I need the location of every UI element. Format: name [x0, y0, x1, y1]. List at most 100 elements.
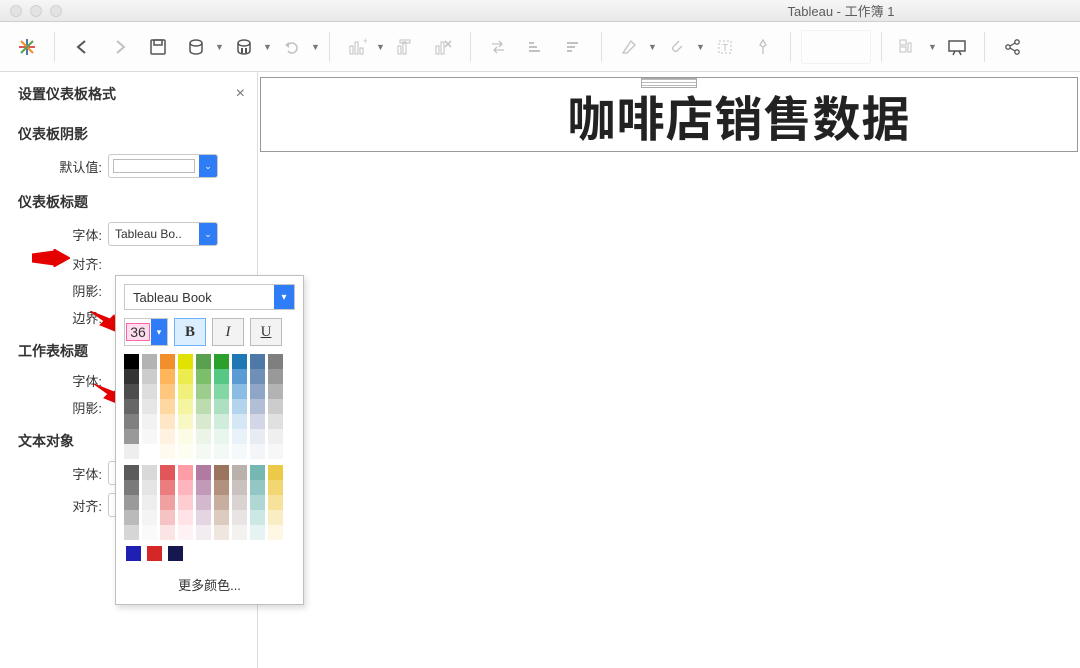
color-swatch[interactable]: [178, 510, 193, 525]
color-swatch[interactable]: [268, 414, 283, 429]
presentation-button[interactable]: [940, 30, 974, 64]
color-swatch[interactable]: [160, 465, 175, 480]
undo-dropdown-icon[interactable]: ▼: [311, 42, 319, 52]
color-swatch[interactable]: [196, 429, 211, 444]
pin-button[interactable]: [746, 30, 780, 64]
color-swatch[interactable]: [268, 429, 283, 444]
save-button[interactable]: [141, 30, 175, 64]
color-swatch[interactable]: [178, 414, 193, 429]
color-swatch[interactable]: [214, 444, 229, 459]
color-swatch[interactable]: [232, 384, 247, 399]
worksheet-dropdown-icon[interactable]: ▼: [376, 42, 384, 52]
color-swatch[interactable]: [250, 444, 265, 459]
color-swatch[interactable]: [142, 354, 157, 369]
color-swatch[interactable]: [214, 354, 229, 369]
color-swatch[interactable]: [250, 429, 265, 444]
color-swatch[interactable]: [214, 495, 229, 510]
color-swatch[interactable]: [214, 510, 229, 525]
color-swatch[interactable]: [214, 369, 229, 384]
color-swatch[interactable]: [196, 525, 211, 540]
color-swatch[interactable]: [232, 525, 247, 540]
color-swatch[interactable]: [250, 414, 265, 429]
popup-size-select[interactable]: 36 ▾: [124, 318, 168, 346]
color-swatch[interactable]: [178, 369, 193, 384]
color-swatch[interactable]: [142, 429, 157, 444]
showme-dropdown-icon[interactable]: ▼: [928, 42, 936, 52]
color-swatch[interactable]: [178, 354, 193, 369]
color-swatch[interactable]: [232, 444, 247, 459]
sort-asc-button[interactable]: [519, 30, 553, 64]
color-swatch[interactable]: [214, 399, 229, 414]
color-swatch[interactable]: [250, 354, 265, 369]
color-swatch[interactable]: [268, 495, 283, 510]
duplicate-sheet-button[interactable]: [388, 30, 422, 64]
color-swatch[interactable]: [232, 465, 247, 480]
more-colors-button[interactable]: 更多颜色...: [124, 569, 295, 596]
forward-button[interactable]: [103, 30, 137, 64]
color-swatch[interactable]: [178, 495, 193, 510]
color-swatch[interactable]: [268, 354, 283, 369]
close-panel-button[interactable]: ×: [236, 85, 245, 103]
color-swatch[interactable]: [124, 399, 139, 414]
color-swatch[interactable]: [214, 480, 229, 495]
color-swatch[interactable]: [160, 525, 175, 540]
zoom-window-icon[interactable]: [50, 5, 62, 17]
color-swatch[interactable]: [142, 465, 157, 480]
color-swatch[interactable]: [196, 354, 211, 369]
color-swatch[interactable]: [142, 480, 157, 495]
undo-button[interactable]: [275, 30, 309, 64]
color-swatch[interactable]: [178, 525, 193, 540]
color-swatch[interactable]: [250, 480, 265, 495]
color-swatch[interactable]: [142, 414, 157, 429]
color-swatch[interactable]: [268, 510, 283, 525]
color-swatch[interactable]: [232, 414, 247, 429]
default-shading-select[interactable]: ⌄: [108, 154, 218, 178]
color-swatch[interactable]: [147, 546, 162, 561]
color-swatch[interactable]: [196, 369, 211, 384]
new-worksheet-button[interactable]: +: [340, 30, 374, 64]
show-me-button[interactable]: [892, 30, 926, 64]
color-swatch[interactable]: [178, 429, 193, 444]
color-swatch[interactable]: [268, 384, 283, 399]
color-swatch[interactable]: [196, 510, 211, 525]
color-swatch[interactable]: [124, 465, 139, 480]
tableau-logo-icon[interactable]: [10, 30, 44, 64]
color-swatch[interactable]: [268, 465, 283, 480]
color-swatch[interactable]: [196, 384, 211, 399]
color-swatch[interactable]: [160, 384, 175, 399]
italic-button[interactable]: I: [212, 318, 244, 346]
color-swatch[interactable]: [250, 384, 265, 399]
color-swatch[interactable]: [250, 465, 265, 480]
color-swatch[interactable]: [160, 429, 175, 444]
color-swatch[interactable]: [160, 480, 175, 495]
color-swatch[interactable]: [142, 399, 157, 414]
color-swatch[interactable]: [142, 525, 157, 540]
color-swatch[interactable]: [124, 369, 139, 384]
color-swatch[interactable]: [232, 399, 247, 414]
color-swatch[interactable]: [178, 465, 193, 480]
clear-sheet-button[interactable]: [426, 30, 460, 64]
color-swatch[interactable]: [178, 480, 193, 495]
popup-font-select[interactable]: Tableau Book ▾: [124, 284, 295, 310]
pause-dropdown-icon[interactable]: ▼: [263, 42, 271, 52]
color-swatch[interactable]: [142, 369, 157, 384]
color-swatch[interactable]: [160, 369, 175, 384]
dashboard-canvas[interactable]: 咖啡店销售数据: [258, 72, 1080, 668]
color-swatch[interactable]: [250, 369, 265, 384]
attach-dropdown-icon[interactable]: ▼: [696, 42, 704, 52]
highlight-dropdown-icon[interactable]: ▼: [648, 42, 656, 52]
color-swatch[interactable]: [250, 399, 265, 414]
color-swatch[interactable]: [268, 525, 283, 540]
color-swatch[interactable]: [124, 525, 139, 540]
color-swatch[interactable]: [268, 444, 283, 459]
new-datasource-button[interactable]: [179, 30, 213, 64]
text-button[interactable]: T: [708, 30, 742, 64]
color-swatch[interactable]: [178, 399, 193, 414]
color-swatch[interactable]: [124, 384, 139, 399]
underline-button[interactable]: U: [250, 318, 282, 346]
color-swatch[interactable]: [196, 495, 211, 510]
color-swatch[interactable]: [250, 525, 265, 540]
color-swatch[interactable]: [196, 465, 211, 480]
color-swatch[interactable]: [142, 495, 157, 510]
color-swatch[interactable]: [124, 354, 139, 369]
